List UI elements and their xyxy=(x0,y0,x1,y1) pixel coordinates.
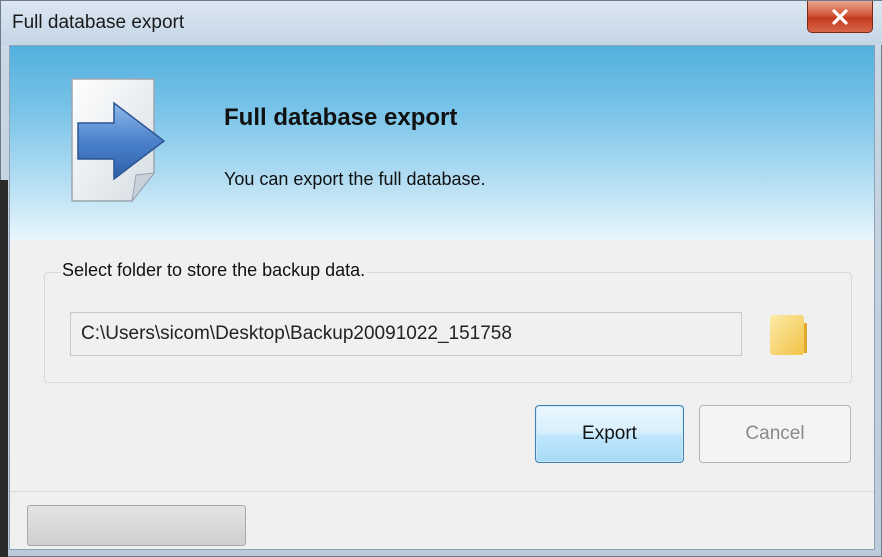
dialog-client-area: Full database export You can export the … xyxy=(9,45,875,550)
export-document-icon xyxy=(71,78,166,203)
export-progress-bar xyxy=(27,505,246,546)
folder-icon xyxy=(770,315,807,355)
browse-folder-button[interactable] xyxy=(768,313,808,357)
window-title: Full database export xyxy=(12,12,185,33)
background-window-edge xyxy=(0,180,8,557)
close-button[interactable] xyxy=(807,1,873,33)
export-button[interactable]: Export xyxy=(535,405,684,463)
dialog-window: Full database export Full database expor… xyxy=(0,0,882,557)
header-banner: Full database export You can export the … xyxy=(10,46,874,241)
header-title: Full database export xyxy=(224,104,458,131)
backup-path-field[interactable] xyxy=(70,312,742,356)
title-bar[interactable]: Full database export xyxy=(1,1,882,45)
folder-group-label: Select folder to store the backup data. xyxy=(60,260,368,281)
close-icon xyxy=(832,8,848,25)
header-subtitle: You can export the full database. xyxy=(224,169,486,189)
cancel-button[interactable]: Cancel xyxy=(699,405,851,463)
